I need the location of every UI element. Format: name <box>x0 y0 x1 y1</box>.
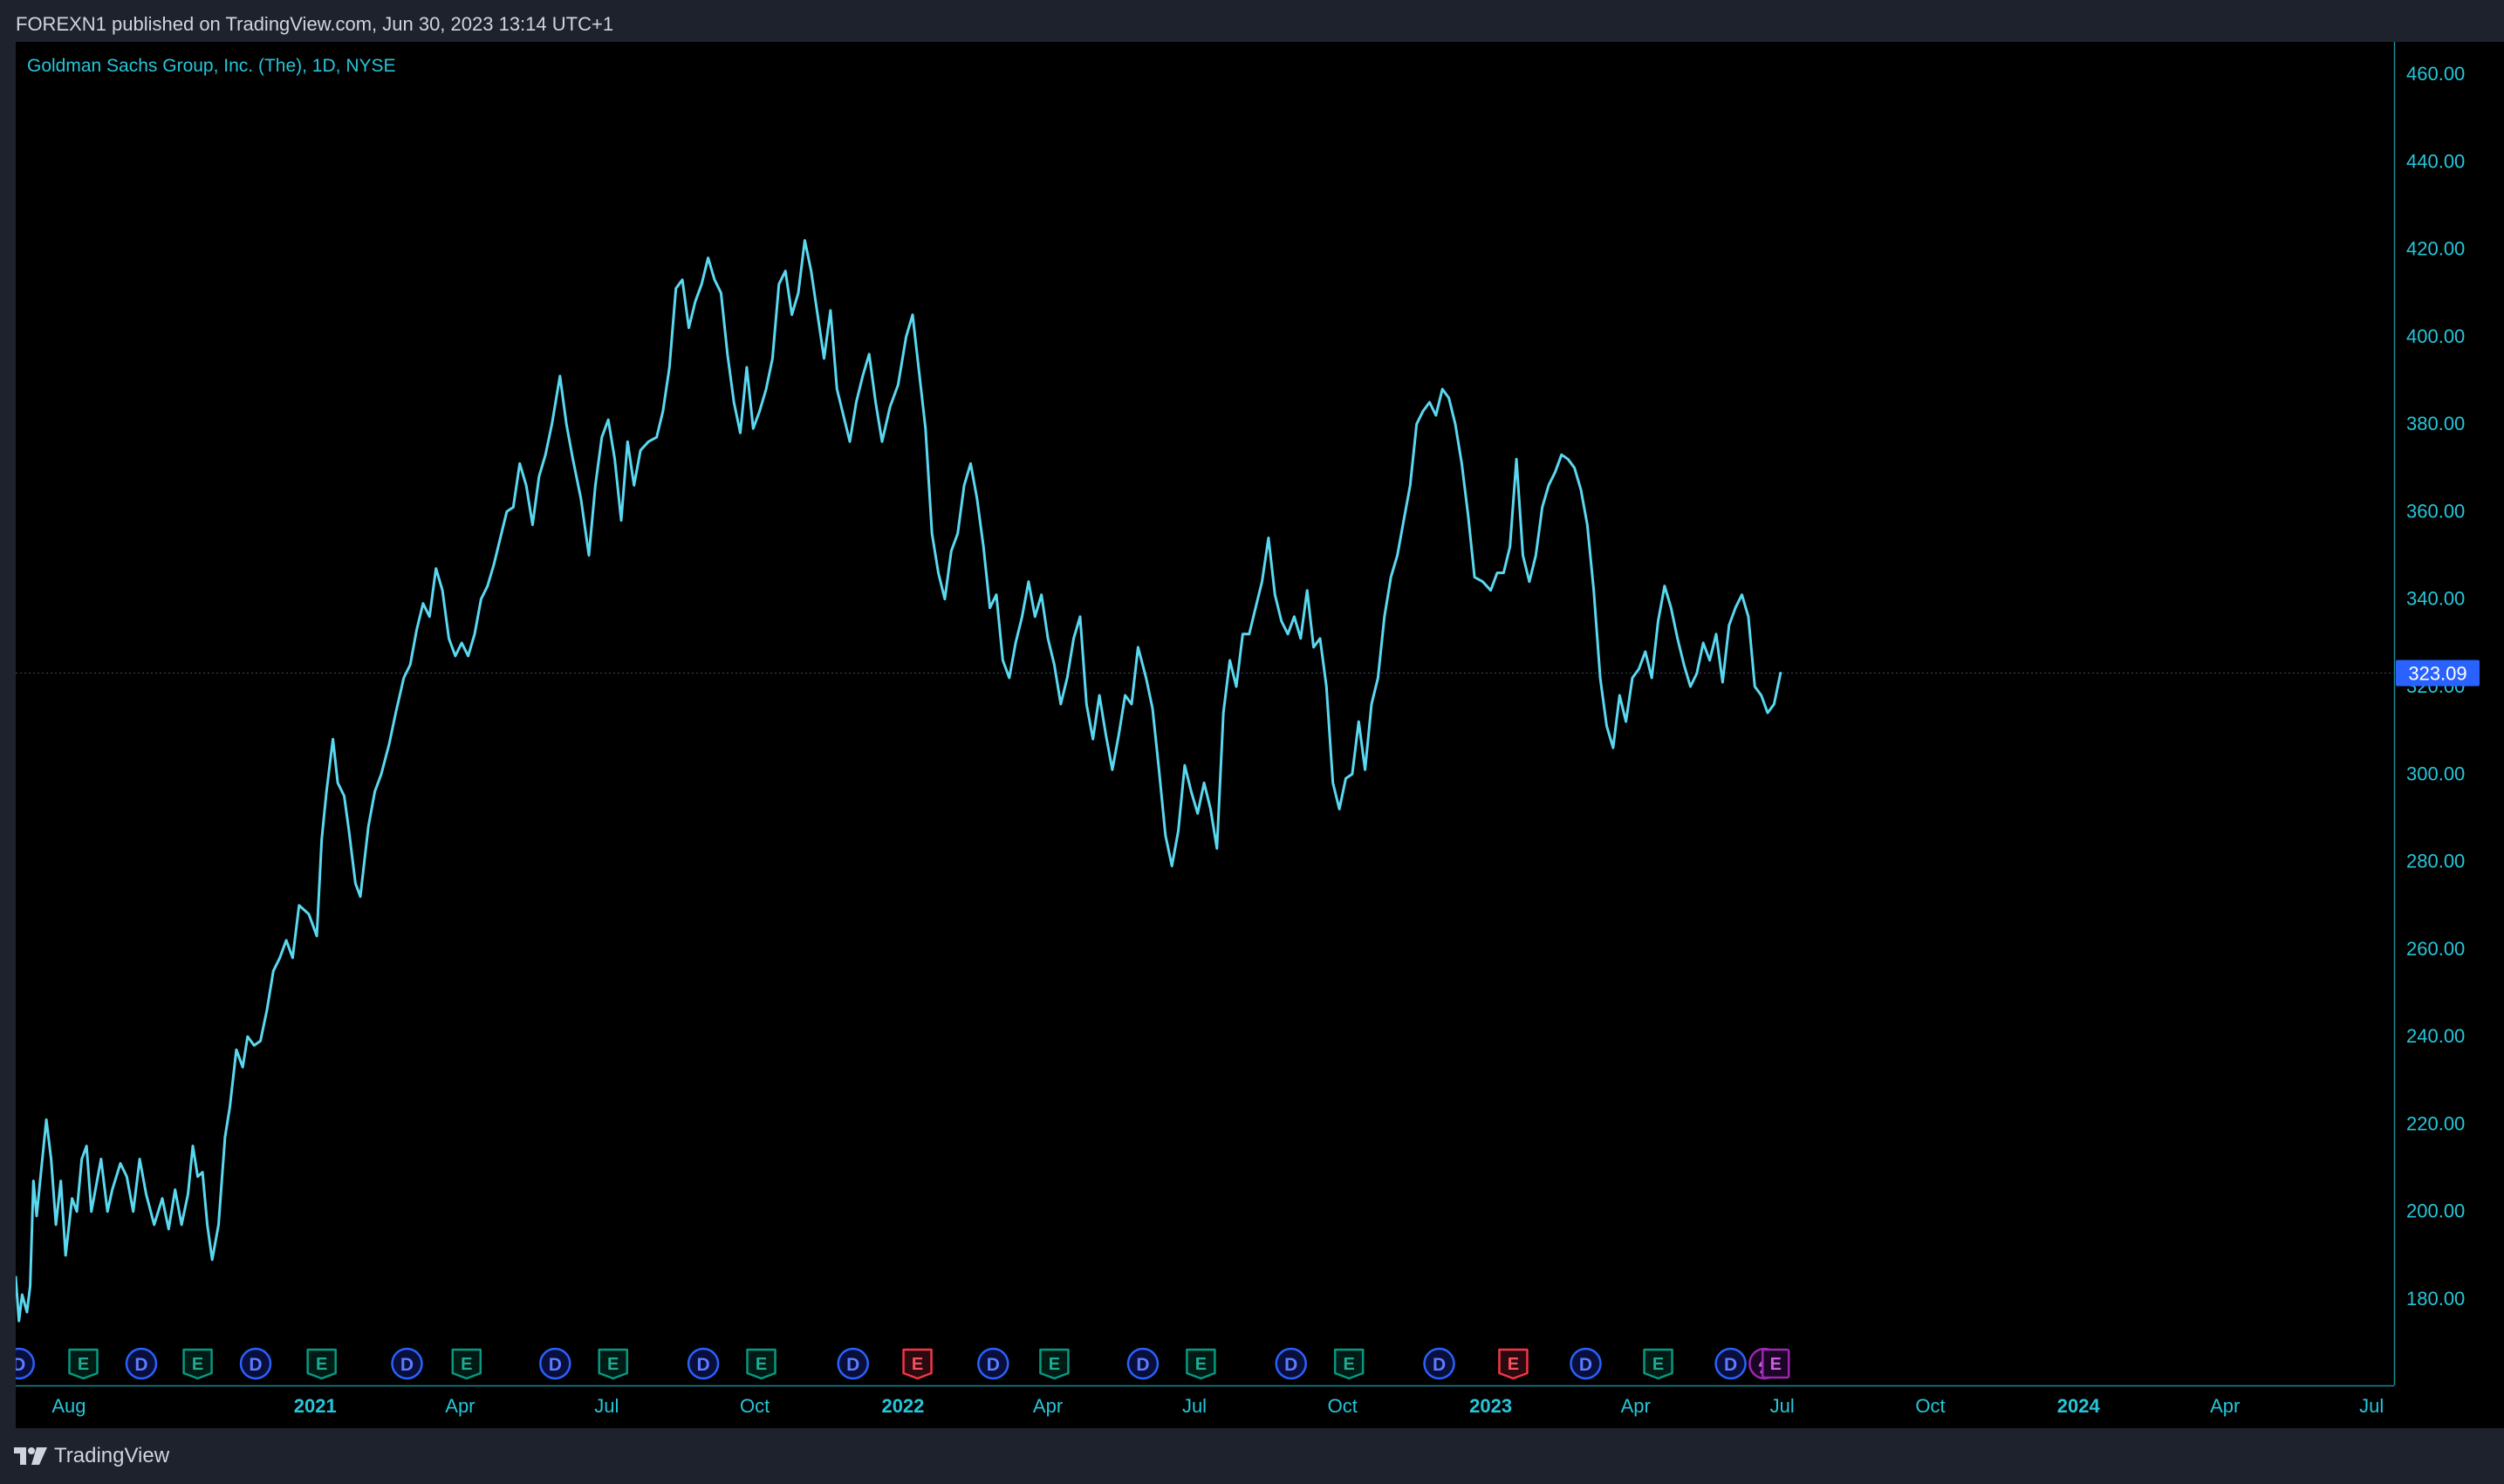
svg-text:E: E <box>316 1355 327 1374</box>
x-tick-label: 2023 <box>1469 1395 1512 1417</box>
x-tick-label: Jul <box>2359 1395 2384 1417</box>
svg-text:D: D <box>400 1355 414 1375</box>
svg-text:E: E <box>192 1355 203 1374</box>
dividend-marker[interactable]: D <box>837 1347 869 1380</box>
svg-text:E: E <box>1049 1355 1060 1374</box>
svg-text:E: E <box>1508 1355 1519 1374</box>
y-tick-label: 260.00 <box>2406 938 2465 960</box>
x-tick-label: Apr <box>1033 1395 1063 1417</box>
dividend-marker[interactable]: D <box>125 1347 158 1380</box>
x-tick-label: Apr <box>2210 1395 2240 1417</box>
earnings-marker[interactable]: E <box>1643 1348 1673 1380</box>
symbol-legend[interactable]: Goldman Sachs Group, Inc. (The), 1D, NYS… <box>27 56 396 77</box>
x-tick-label: Oct <box>1915 1395 1945 1417</box>
svg-text:D: D <box>1724 1355 1737 1375</box>
earnings-marker[interactable]: E <box>182 1348 213 1380</box>
earnings-marker[interactable]: E <box>68 1348 99 1380</box>
y-tick-label: 180.00 <box>2406 1288 2465 1310</box>
dividend-marker[interactable]: D <box>539 1347 571 1380</box>
earnings-marker[interactable]: E <box>1039 1348 1070 1380</box>
earnings-marker[interactable]: E <box>902 1348 933 1380</box>
x-tick-label: Oct <box>740 1395 770 1417</box>
price-chart[interactable]: 180.00 200.00 220.00 240.00 260.00 280.00 300.… <box>16 42 2504 1428</box>
y-tick-label: 440.00 <box>2406 150 2465 172</box>
publish-info-bar: FOREXN1 published on TradingView.com, Ju… <box>0 0 2504 42</box>
earnings-marker[interactable]: E <box>1186 1348 1216 1380</box>
svg-text:D: D <box>1284 1355 1297 1375</box>
svg-text:D: D <box>987 1355 1000 1375</box>
y-tick-label: 240.00 <box>2406 1025 2465 1047</box>
earnings-marker[interactable]: E <box>1333 1348 1365 1380</box>
x-tick-label: Oct <box>1328 1395 1358 1417</box>
footer-bar: TradingView <box>0 1428 2504 1484</box>
chart-background <box>16 42 2504 1428</box>
x-tick-label: Apr <box>1621 1395 1651 1417</box>
svg-text:D: D <box>249 1355 262 1375</box>
publish-info-text: FOREXN1 published on TradingView.com, Ju… <box>16 13 614 35</box>
y-tick-label: 280.00 <box>2406 851 2465 872</box>
svg-text:E: E <box>1652 1355 1664 1374</box>
svg-text:D: D <box>134 1355 147 1375</box>
x-tick-label: 2022 <box>881 1395 924 1417</box>
svg-text:E: E <box>607 1355 619 1374</box>
x-tick-label: 2024 <box>2057 1395 2101 1417</box>
earnings-marker[interactable]: E <box>306 1348 337 1380</box>
dividend-marker[interactable]: D <box>391 1347 423 1380</box>
y-tick-label: 460.00 <box>2406 63 2465 85</box>
tradingview-logo-icon <box>14 1447 47 1465</box>
y-tick-label: 400.00 <box>2406 325 2465 347</box>
chart-panel[interactable]: 180.00 200.00 220.00 240.00 260.00 280.00 300.… <box>16 42 2504 1428</box>
dividend-marker[interactable]: D <box>977 1347 1009 1380</box>
y-tick-label: 220.00 <box>2406 1112 2465 1134</box>
svg-text:E: E <box>461 1355 472 1374</box>
earnings-marker[interactable]: E <box>1762 1348 1790 1379</box>
x-tick-label: Jul <box>1770 1395 1795 1417</box>
dividend-marker[interactable]: D <box>1126 1347 1160 1380</box>
tradingview-brand[interactable]: TradingView <box>14 1444 169 1468</box>
y-tick-label: 300.00 <box>2406 763 2465 784</box>
brand-name: TradingView <box>54 1444 170 1467</box>
svg-text:E: E <box>1770 1355 1782 1374</box>
svg-text:E: E <box>1195 1355 1207 1374</box>
y-tick-label: 200.00 <box>2406 1200 2465 1222</box>
earnings-marker[interactable]: E <box>1498 1348 1529 1380</box>
y-tick-label: 380.00 <box>2406 413 2465 434</box>
svg-text:D: D <box>696 1355 709 1375</box>
svg-text:D: D <box>1433 1355 1446 1375</box>
x-tick-label: Jul <box>594 1395 619 1417</box>
dividend-marker[interactable]: D <box>1423 1347 1455 1380</box>
dividend-marker[interactable]: D <box>1570 1347 1602 1380</box>
x-tick-label: Apr <box>445 1395 475 1417</box>
y-tick-label: 340.00 <box>2406 588 2465 610</box>
last-price-label: 323.09 <box>2408 663 2466 685</box>
y-tick-label: 360.00 <box>2406 500 2465 522</box>
dividend-marker[interactable]: D <box>687 1347 720 1380</box>
svg-text:D: D <box>846 1355 859 1375</box>
dividend-marker[interactable]: D <box>1714 1347 1747 1380</box>
svg-text:D: D <box>549 1355 562 1375</box>
svg-text:E: E <box>78 1355 89 1374</box>
svg-text:D: D <box>16 1355 25 1375</box>
svg-text:D: D <box>1136 1355 1149 1375</box>
svg-text:D: D <box>1579 1355 1592 1375</box>
earnings-marker[interactable]: E <box>746 1348 777 1380</box>
svg-text:E: E <box>912 1355 923 1374</box>
earnings-marker[interactable]: E <box>451 1348 482 1380</box>
axis-corner <box>2395 1386 2504 1428</box>
dividend-marker[interactable]: D <box>239 1347 272 1380</box>
x-tick-label: Aug <box>51 1395 86 1417</box>
dividend-marker[interactable]: D <box>1275 1347 1307 1380</box>
x-tick-label: 2021 <box>294 1395 337 1417</box>
y-tick-label: 420.00 <box>2406 238 2465 260</box>
svg-text:E: E <box>1344 1355 1355 1374</box>
earnings-marker[interactable]: E <box>598 1348 628 1380</box>
x-tick-label: Jul <box>1182 1395 1207 1417</box>
svg-text:E: E <box>756 1355 767 1374</box>
